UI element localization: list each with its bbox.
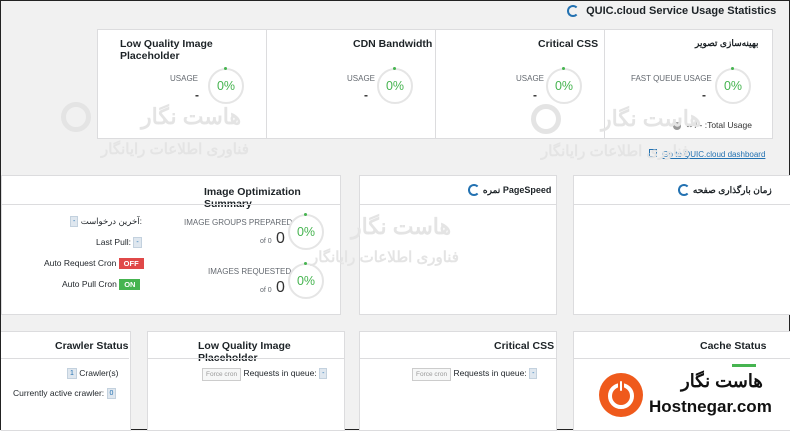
logo-name-en: Hostnegar.com [649,397,772,416]
last-request-value: - [70,216,79,228]
usage-card-title: Low Quality Image Placeholder [120,38,213,62]
usage-ring: 0% [377,67,413,104]
brand-logo: هاست نگار Hostnegar.com [589,367,785,425]
page-header: QUIC.cloud Service Usage Statistics [567,5,787,19]
usage-card-title: بهینه‌سازی تصویر [695,38,759,48]
cache-title: Cache Status [700,340,767,352]
watermark: هاست نگار فناوری اطلاعات رایانگار [531,96,790,176]
force-cron-button[interactable]: Force cron [202,368,242,381]
auto-pull-toggle[interactable]: ON [119,279,141,290]
watermark-sub: فناوری اطلاعات رایانگار [541,143,689,160]
lqip-queue-row: Force cron Requests in queue: - [202,368,328,381]
queue-label: Requests in queue: [243,368,317,378]
queue-value: - [529,368,538,380]
ccss-queue-title: Critical CSS [494,340,555,352]
watermark-sub: فناوری اطلاعات رایانگار [311,249,459,266]
logo-icon-stem [618,379,624,393]
sync-icon[interactable] [678,184,690,197]
load-time-divider [574,204,790,205]
watermark-brand: هاست نگار [141,104,242,129]
auto-request-row: Auto Request Cron OFF [44,258,144,269]
requested-value: 0 [276,279,285,296]
ccss-queue-divider [360,358,556,359]
last-pull-value: - [133,237,142,249]
active-crawler-label: Currently active crawler: [13,388,105,398]
watermark-sub: فناوری اطلاعات رایانگار [101,141,249,158]
pagespeed-divider [360,204,556,205]
usage-label: USAGE [170,74,199,83]
last-pull-row: Last Pull: - [96,237,142,249]
crawler-title: Crawler Status [55,340,129,352]
crawlers-label: Crawler(s) [79,368,119,378]
auto-pull-row: Auto Pull Cron ON [62,279,141,290]
active-crawler-row: Currently active crawler: 0 [13,388,117,400]
last-request-row: - آخرین درخواست: [70,216,142,228]
crawlers-value: 1 [67,368,77,380]
crawlers-row: 1 Crawler(s) [67,368,119,380]
auto-pull-label: Auto Pull Cron [62,279,117,289]
usage-card-title: CDN Bandwidth [353,38,433,50]
image-opt-panel: Image Optimization Summary - آخرین درخوا… [1,175,341,315]
queue-value: - [319,368,328,380]
requested-label: IMAGES REQUESTED [208,267,292,276]
lqip-queue-divider [148,358,344,359]
ccss-queue-row: Force cron Requests in queue: - [412,368,538,381]
usage-value: - [364,88,368,102]
usage-label: FAST QUEUE USAGE [631,74,712,83]
active-crawler-value: 0 [106,388,117,400]
watermark: هاست نگار فناوری اطلاعات رایانگار [301,206,621,276]
requested-of: of 0 [260,287,272,294]
load-time-header: زمان بارگذاری صفحه [678,184,790,197]
image-opt-divider [2,204,340,205]
page-title: QUIC.cloud Service Usage Statistics [586,5,777,17]
queue-label: Requests in queue: [453,368,527,378]
load-time-title: زمان بارگذاری صفحه [692,185,772,195]
groups-of: of 0 [260,238,272,245]
cache-divider [574,358,790,359]
lqip-queue-title: Low Quality Image Placeholder [198,340,291,364]
sync-icon[interactable] [468,184,480,197]
crawler-divider [1,358,129,359]
watermark-brand: هاست نگار [351,214,452,239]
usage-label: USAGE [516,74,545,83]
pagespeed-title: نمره PageSpeed [482,185,552,195]
watermark-logo-icon [531,104,561,134]
watermark-logo-icon [61,102,91,132]
ccss-queue-panel: Critical CSS Force cron Requests in queu… [359,331,557,431]
last-request-label: آخرین درخواست: [80,216,142,226]
watermark: هاست نگار فناوری اطلاعات رایانگار [61,96,361,166]
last-pull-label: Last Pull: [96,237,131,247]
force-cron-button[interactable]: Force cron [412,368,452,381]
auto-request-label: Auto Request Cron [44,258,117,268]
groups-label: IMAGE GROUPS PREPARED [184,218,293,227]
usage-label: USAGE [347,74,376,83]
groups-value: 0 [276,230,285,247]
usage-card-title: Critical CSS [538,38,599,50]
watermark-brand: هاست نگار [601,106,702,131]
pagespeed-header: نمره PageSpeed [468,184,558,197]
auto-request-toggle[interactable]: OFF [118,258,144,269]
logo-name-fa: هاست نگار [681,371,763,391]
sync-icon[interactable] [567,5,579,18]
logo-icon [599,373,643,417]
crawler-panel: Crawler Status 1 Crawler(s) Currently ac… [1,331,131,431]
lqip-queue-panel: Low Quality Image Placeholder Force cron… [147,331,345,431]
